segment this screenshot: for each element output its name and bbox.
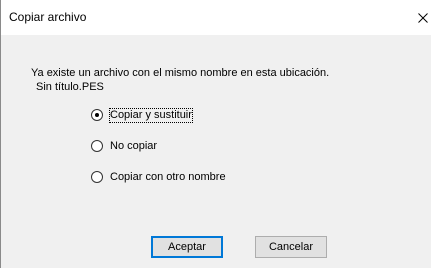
option-copy-replace-label[interactable]: Copiar y sustituir <box>109 107 193 123</box>
message-text: Ya existe un archivo con el mismo nombre… <box>31 67 330 79</box>
radio-copy-rename[interactable] <box>91 171 103 183</box>
filename-text: Sin título.PES <box>36 81 104 93</box>
radio-copy-replace[interactable] <box>91 109 103 121</box>
option-no-copy[interactable]: No copiar <box>91 139 157 153</box>
copy-file-dialog: Copiar archivo Ya existe un archivo con … <box>0 0 431 268</box>
close-button[interactable] <box>415 0 431 35</box>
option-copy-rename[interactable]: Copiar con otro nombre <box>91 170 226 184</box>
window-title: Copiar archivo <box>9 10 87 24</box>
accept-button[interactable]: Aceptar <box>151 236 223 258</box>
radio-no-copy[interactable] <box>91 140 103 152</box>
cancel-button[interactable]: Cancelar <box>255 236 327 258</box>
option-copy-rename-label[interactable]: Copiar con otro nombre <box>110 171 226 184</box>
option-copy-replace[interactable]: Copiar y sustituir <box>91 107 193 123</box>
dialog-body: Ya existe un archivo con el mismo nombre… <box>1 35 431 268</box>
option-no-copy-label[interactable]: No copiar <box>110 140 157 153</box>
close-icon <box>418 12 428 23</box>
title-bar[interactable]: Copiar archivo <box>1 0 431 35</box>
